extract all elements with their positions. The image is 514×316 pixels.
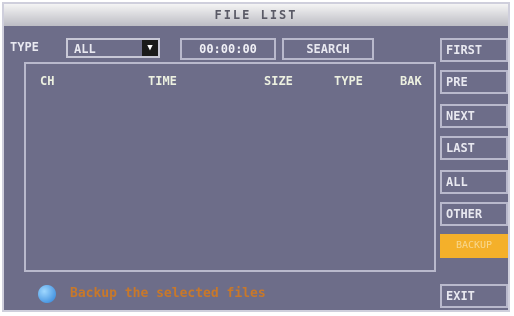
status-message: Backup the selected files [70,286,266,301]
column-header-time: TIME [148,74,177,88]
column-header-ch: CH [40,74,55,88]
search-button[interactable]: SEARCH [282,38,374,60]
window-title: FILE LIST [4,4,508,26]
first-button[interactable]: FIRST [440,38,508,62]
time-input[interactable]: 00:00:00 [180,38,276,60]
column-header-type: TYPE [334,74,363,88]
file-list-window: FILE LIST TYPE ALL ▼ 00:00:00 SEARCH CH … [2,2,510,312]
pre-button[interactable]: PRE [440,70,508,94]
other-button[interactable]: OTHER [440,202,508,226]
column-header-size: SIZE [264,74,293,88]
backup-button[interactable]: BACKUP [440,234,508,258]
type-dropdown[interactable]: ALL ▼ [66,38,160,58]
type-dropdown-value: ALL [74,42,96,56]
column-header-bak: BAK [400,74,422,88]
next-button[interactable]: NEXT [440,104,508,128]
last-button[interactable]: LAST [440,136,508,160]
file-list-table[interactable]: CH TIME SIZE TYPE BAK [24,62,436,272]
chevron-down-icon[interactable]: ▼ [142,40,158,56]
info-icon [38,285,56,303]
type-label: TYPE [10,40,39,54]
exit-button[interactable]: EXIT [440,284,508,308]
all-button[interactable]: ALL [440,170,508,194]
